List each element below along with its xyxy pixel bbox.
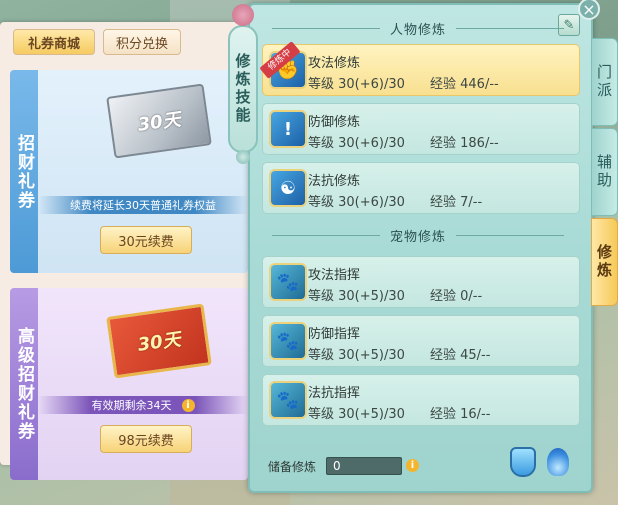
skill-level: 等级 30(+5)/30 bbox=[308, 348, 405, 363]
skill-level: 等级 30(+6)/30 bbox=[308, 77, 405, 92]
skill-row[interactable]: 🐾 法抗指挥 等级 30(+5)/30 经验 16/-- bbox=[262, 374, 580, 426]
tab-ticket-shop[interactable]: 礼券商城 bbox=[13, 29, 95, 55]
skill-level: 等级 30(+5)/30 bbox=[308, 289, 405, 304]
skill-row[interactable]: ✊ 修炼中 攻法修炼 等级 30(+6)/30 经验 446/-- bbox=[259, 41, 580, 96]
card-note-text: 续费将延长30天普通礼券权益 bbox=[70, 199, 216, 212]
potion-icon[interactable] bbox=[510, 447, 536, 477]
fortune-ticket-card: 招财礼券 30天 续费将延长30天普通礼券权益 30元续费 bbox=[10, 70, 248, 273]
skill-exp: 经验 186/-- bbox=[430, 136, 499, 151]
skill-exp: 经验 45/-- bbox=[430, 348, 491, 363]
info-icon[interactable]: i bbox=[406, 459, 419, 472]
skill-name: 法抗修炼 bbox=[308, 174, 361, 189]
close-icon: × bbox=[582, 0, 596, 19]
defense-skill-icon: ! bbox=[269, 110, 307, 148]
skill-exp: 经验 0/-- bbox=[430, 289, 483, 304]
magic-resist-skill-icon: ☯ bbox=[269, 169, 307, 207]
skill-name: 防御修炼 bbox=[308, 115, 361, 130]
skill-level: 等级 30(+5)/30 bbox=[308, 407, 405, 422]
pet-magic-resist-skill-icon: 🐾 bbox=[269, 381, 307, 419]
skill-row[interactable]: ☯ 法抗修炼 等级 30(+6)/30 经验 7/-- bbox=[262, 162, 580, 214]
skill-exp: 经验 446/-- bbox=[430, 77, 499, 92]
premium-fortune-ticket-card: 高级招财礼券 30天 有效期剩余34天 i 98元续费 bbox=[10, 288, 248, 480]
info-icon[interactable]: i bbox=[181, 398, 195, 412]
side-tab-sect[interactable]: 门派 bbox=[591, 38, 618, 126]
skill-level: 等级 30(+6)/30 bbox=[308, 195, 405, 210]
side-tab-cultivation[interactable]: 修炼 bbox=[591, 218, 618, 306]
silver-ticket-icon: 30天 bbox=[106, 83, 212, 159]
card-note-text: 有效期剩余34天 bbox=[91, 399, 172, 412]
pet-section-header: 宠物修炼 bbox=[262, 226, 574, 245]
card-title: 高级招财礼券 bbox=[10, 288, 38, 480]
skill-name: 法抗指挥 bbox=[308, 386, 361, 401]
pet-attack-skill-icon: 🐾 bbox=[269, 263, 307, 301]
tab-points-exchange[interactable]: 积分兑换 bbox=[103, 29, 181, 55]
card-note: 续费将延长30天普通礼券权益 bbox=[38, 196, 248, 214]
close-button[interactable]: × bbox=[578, 0, 600, 20]
ornament-knot-icon bbox=[232, 4, 254, 26]
renew-30-button[interactable]: 30元续费 bbox=[100, 226, 192, 254]
ticket-shop-panel: 礼券商城 积分兑换 招财礼券 30天 续费将延长30天普通礼券权益 30元续费 … bbox=[0, 22, 258, 480]
side-tab-assist[interactable]: 辅助 bbox=[591, 128, 618, 216]
renew-98-button[interactable]: 98元续费 bbox=[100, 425, 192, 453]
card-note: 有效期剩余34天 i bbox=[38, 396, 248, 414]
panel-title: 修炼技能 bbox=[228, 25, 258, 153]
card-title: 招财礼券 bbox=[10, 70, 38, 273]
red-ticket-icon: 30天 bbox=[106, 303, 212, 379]
reserve-value-field: 0 bbox=[326, 457, 402, 475]
skill-name: 攻法修炼 bbox=[308, 56, 361, 71]
reserve-label: 储备修炼 bbox=[268, 460, 317, 474]
skill-name: 攻法指挥 bbox=[308, 268, 361, 283]
pet-defense-skill-icon: 🐾 bbox=[269, 322, 307, 360]
skill-name: 防御指挥 bbox=[308, 327, 361, 342]
skill-row[interactable]: 🐾 防御指挥 等级 30(+5)/30 经验 45/-- bbox=[262, 315, 580, 367]
character-section-header: 人物修炼 bbox=[262, 19, 574, 38]
flame-icon[interactable] bbox=[547, 448, 569, 476]
skill-level: 等级 30(+6)/30 bbox=[308, 136, 405, 151]
ornament-bead-icon bbox=[236, 150, 250, 164]
skill-exp: 经验 7/-- bbox=[430, 195, 483, 210]
skill-exp: 经验 16/-- bbox=[430, 407, 491, 422]
skill-row[interactable]: ! 防御修炼 等级 30(+6)/30 经验 186/-- bbox=[262, 103, 580, 155]
game-screen: 礼券商城 积分兑换 招财礼券 30天 续费将延长30天普通礼券权益 30元续费 … bbox=[0, 0, 618, 505]
skill-row[interactable]: 🐾 攻法指挥 等级 30(+5)/30 经验 0/-- bbox=[262, 256, 580, 308]
